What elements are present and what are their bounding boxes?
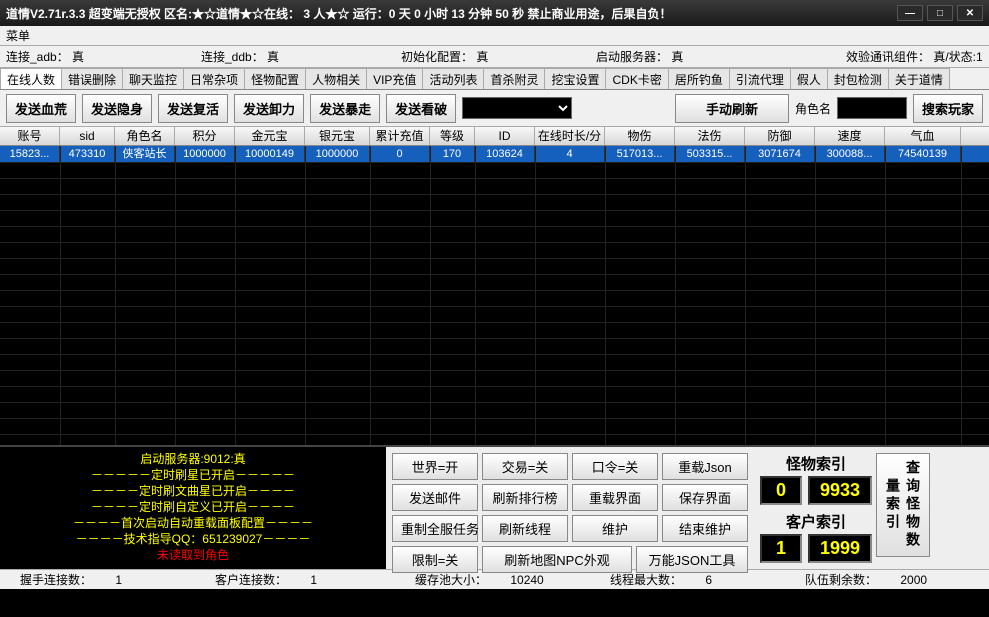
- column-header[interactable]: 物伤: [605, 127, 675, 145]
- column-header[interactable]: 账号: [0, 127, 60, 145]
- footer-cache-value: 10240: [500, 573, 553, 587]
- tab-10[interactable]: CDK卡密: [605, 68, 668, 89]
- column-header[interactable]: sid: [60, 127, 115, 145]
- limit-toggle-button[interactable]: 限制=关: [392, 546, 478, 573]
- status-comm: 效验通讯组件： 真/状态:1: [840, 48, 989, 65]
- monster-index-b: 9933: [808, 476, 872, 505]
- minimize-button[interactable]: —: [897, 5, 923, 21]
- world-toggle-button[interactable]: 世界=开: [392, 453, 478, 480]
- tab-3[interactable]: 日常杂项: [183, 68, 245, 89]
- tab-13[interactable]: 假人: [790, 68, 828, 89]
- footer-client-value: 1: [300, 573, 327, 587]
- column-header[interactable]: 累计充值: [370, 127, 430, 145]
- status-ddb: 连接_ddb： 真: [195, 48, 395, 65]
- save-ui-button[interactable]: 保存界面: [662, 484, 748, 511]
- column-header[interactable]: 防御: [745, 127, 815, 145]
- send-blood-button[interactable]: 发送血荒: [6, 94, 76, 123]
- refresh-npc-button[interactable]: 刷新地图NPC外观: [482, 546, 632, 573]
- tab-5[interactable]: 人物相关: [305, 68, 367, 89]
- footer-handshake-label: 握手连接数：: [10, 573, 102, 587]
- combo-select[interactable]: [462, 97, 572, 119]
- manual-refresh-button[interactable]: 手动刷新: [675, 94, 789, 123]
- refresh-thread-button[interactable]: 刷新线程: [482, 515, 568, 542]
- column-header[interactable]: ID: [475, 127, 535, 145]
- json-tool-button[interactable]: 万能JSON工具: [636, 546, 748, 573]
- maximize-button[interactable]: □: [927, 5, 953, 21]
- tab-2[interactable]: 聊天监控: [122, 68, 184, 89]
- send-unload-button[interactable]: 发送卸力: [234, 94, 304, 123]
- tab-9[interactable]: 挖宝设置: [544, 68, 606, 89]
- column-header[interactable]: 角色名: [115, 127, 175, 145]
- password-toggle-button[interactable]: 口令=关: [572, 453, 658, 480]
- tab-8[interactable]: 首杀附灵: [483, 68, 545, 89]
- column-header[interactable]: 气血: [885, 127, 961, 145]
- footer-queue-label: 队伍剩余数：: [795, 573, 887, 587]
- reload-ui-button[interactable]: 重载界面: [572, 484, 658, 511]
- window-title: 道情V2.71r.3.3 超变端无授权 区名:★☆道情★☆在线： 3 人★☆ 运…: [6, 5, 897, 22]
- rolename-input[interactable]: [837, 97, 907, 119]
- trade-toggle-button[interactable]: 交易=关: [482, 453, 568, 480]
- footer-thread-value: 6: [695, 573, 722, 587]
- query-monster-count-button[interactable]: 查询怪物数量索引: [876, 453, 930, 557]
- monster-index-a: 0: [760, 476, 802, 505]
- column-header[interactable]: 金元宝: [235, 127, 305, 145]
- tab-12[interactable]: 引流代理: [729, 68, 791, 89]
- footer-handshake-value: 1: [105, 573, 132, 587]
- tab-15[interactable]: 关于道情: [888, 68, 950, 89]
- column-header[interactable]: 在线时长/分: [535, 127, 605, 145]
- close-button[interactable]: ✕: [957, 5, 983, 21]
- console-log: 启动服务器:9012:真 －－－－－定时刷星已开启－－－－－ －－－－定时刷文曲…: [0, 447, 386, 569]
- send-mail-button[interactable]: 发送邮件: [392, 484, 478, 511]
- column-header[interactable]: 等级: [430, 127, 475, 145]
- send-revive-button[interactable]: 发送复活: [158, 94, 228, 123]
- column-header[interactable]: 法伤: [675, 127, 745, 145]
- column-header[interactable]: 速度: [815, 127, 885, 145]
- monster-index-label: 怪物索引: [786, 453, 846, 474]
- footer-cache-label: 缓存池大小：: [405, 573, 497, 587]
- send-rage-button[interactable]: 发送暴走: [310, 94, 380, 123]
- status-adb: 连接_adb： 真: [0, 48, 195, 65]
- end-maintain-button[interactable]: 结束维护: [662, 515, 748, 542]
- reset-tasks-button[interactable]: 重制全服任务: [392, 515, 478, 542]
- send-hide-button[interactable]: 发送隐身: [82, 94, 152, 123]
- client-index-b: 1999: [808, 534, 872, 563]
- send-see-button[interactable]: 发送看破: [386, 94, 456, 123]
- tab-1[interactable]: 错误删除: [61, 68, 123, 89]
- menu-item[interactable]: 菜单: [6, 27, 30, 44]
- tab-0[interactable]: 在线人数: [0, 68, 62, 89]
- footer-queue-value: 2000: [890, 573, 937, 587]
- tab-7[interactable]: 活动列表: [422, 68, 484, 89]
- tab-4[interactable]: 怪物配置: [244, 68, 306, 89]
- refresh-rank-button[interactable]: 刷新排行榜: [482, 484, 568, 511]
- footer-thread-label: 线程最大数：: [600, 573, 692, 587]
- status-server: 启动服务器： 真: [590, 48, 840, 65]
- tab-6[interactable]: VIP充值: [366, 68, 423, 89]
- status-init: 初始化配置： 真: [395, 48, 590, 65]
- tab-11[interactable]: 居所钓鱼: [668, 68, 730, 89]
- client-index-a: 1: [760, 534, 802, 563]
- tab-14[interactable]: 封包检测: [827, 68, 889, 89]
- column-header[interactable]: 银元宝: [305, 127, 370, 145]
- reload-json-button[interactable]: 重载Json: [662, 453, 748, 480]
- maintain-button[interactable]: 维护: [572, 515, 658, 542]
- footer-client-label: 客户连接数：: [205, 573, 297, 587]
- client-index-label: 客户索引: [786, 511, 846, 532]
- column-header[interactable]: 积分: [175, 127, 235, 145]
- search-player-button[interactable]: 搜索玩家: [913, 94, 983, 123]
- rolename-label: 角色名: [795, 100, 831, 117]
